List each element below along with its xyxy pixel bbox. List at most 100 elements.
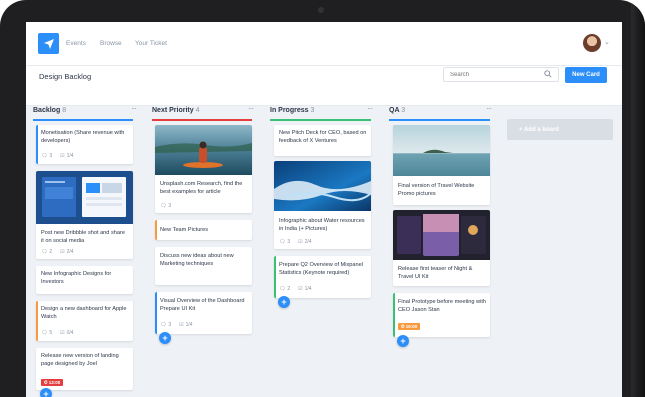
camera-dot (318, 7, 324, 13)
checklist-icon: ☑ 0/4 (60, 330, 74, 336)
due-time-badge: ⏱ 13:00 (41, 379, 64, 386)
card-title: Post new Dribbble shot and share it on s… (41, 230, 125, 244)
add-card-button[interactable]: + (278, 296, 290, 308)
column-underline (33, 119, 133, 121)
card-title: Design a new dashboard for Apple Watch (41, 306, 127, 320)
checklist-icon: ☑ 1/4 (179, 322, 193, 328)
task-count: 0/4 (66, 330, 74, 336)
comment-icon: 🗨 2 (41, 249, 53, 255)
card-title: Monetisation (Share revenue with develop… (41, 130, 125, 144)
card[interactable]: Prepare Q2 Overview of Mixpanel Statisti… (274, 256, 371, 298)
card[interactable]: Unsplash.com Research, find the best exa… (155, 125, 252, 213)
column-underline (270, 119, 371, 121)
card[interactable]: Design a new dashboard for Apple Watch 🗨… (36, 301, 133, 341)
column-title-in-progress: In Progress 3 (270, 107, 314, 114)
due-time: 16:00 (405, 324, 418, 329)
nav-your-ticket[interactable]: Your Ticket (135, 40, 167, 47)
dashboard-screenshot-image (36, 171, 133, 224)
card[interactable]: Release first teaser of Night & Travel U… (393, 210, 490, 286)
search-input[interactable] (443, 67, 559, 82)
new-card-button[interactable]: New Card (565, 67, 607, 83)
task-count: 1/4 (66, 153, 74, 159)
card-title: Infographic about Water resources in Ind… (279, 218, 365, 232)
comment-count: 2 (287, 286, 291, 292)
comment-icon: 🗨 3 (41, 153, 53, 159)
column-title-backlog: Backlog 8 (33, 107, 66, 114)
add-card-button[interactable]: + (159, 332, 171, 344)
comment-icon: 🗨 3 (160, 203, 172, 209)
task-count: 1/4 (304, 286, 312, 292)
add-card-button[interactable]: + (40, 388, 52, 397)
comment-icon: 🗨 5 (41, 330, 53, 336)
chevron-down-icon[interactable]: ⌄ (604, 38, 610, 46)
due-time-badge: ⏱ 16:00 (398, 323, 421, 330)
user-avatar[interactable] (583, 34, 601, 52)
tablet-edge (631, 0, 645, 397)
card[interactable]: Final version of Travel Website Promo pi… (393, 125, 490, 205)
card-meta: 🗨 2 ☑ 2/4 (41, 249, 74, 255)
more-icon[interactable]: ··· (131, 104, 137, 113)
seascape-photo (393, 125, 490, 176)
card[interactable]: Monetisation (Share revenue with develop… (36, 125, 133, 164)
comment-count: 2 (49, 249, 53, 255)
checklist-icon: ☑ 2/4 (298, 239, 312, 245)
ocean-wave-photo (274, 161, 371, 211)
card-title: New Team Pictures (160, 227, 209, 233)
card[interactable]: Visual Overview of the Dashboard Prepare… (155, 292, 252, 334)
column-underline (152, 119, 252, 121)
card[interactable]: Release new version of landing page desi… (36, 348, 133, 390)
nav-browse[interactable]: Browse (100, 40, 122, 47)
column-count: 8 (62, 107, 67, 114)
card[interactable]: Post new Dribbble shot and share it on s… (36, 171, 133, 259)
task-count: 2/4 (66, 249, 74, 255)
card-title: Release new version of landing page desi… (41, 353, 119, 367)
comment-count: 3 (287, 239, 291, 245)
column-underline (389, 119, 490, 121)
nav-events[interactable]: Events (66, 40, 86, 47)
comment-icon: 🗨 3 (160, 322, 172, 328)
card-title: Release first teaser of Night & Travel U… (398, 266, 473, 280)
card[interactable]: Discuss new ideas about new Marketing te… (155, 247, 252, 285)
card[interactable]: New Team Pictures (155, 220, 252, 240)
paper-plane-icon (43, 38, 54, 49)
column-count: 3 (310, 107, 315, 114)
card-title: Unsplash.com Research, find the best exa… (160, 181, 243, 195)
app-logo[interactable] (38, 33, 59, 54)
comment-count: 3 (49, 153, 53, 159)
tablet-frame: Events Browse Your Ticket ⌄ Design Backl… (0, 0, 645, 397)
column-count: 3 (401, 107, 406, 114)
column-title-next-priority: Next Priority 4 (152, 107, 199, 114)
app-screen: Events Browse Your Ticket ⌄ Design Backl… (26, 22, 622, 397)
lake-kayak-photo (155, 125, 252, 175)
card-title: Discuss new ideas about new Marketing te… (160, 253, 234, 267)
card[interactable]: New Infographic Designs for Investors (36, 266, 133, 294)
card-meta: 🗨 2 ☑ 1/4 (279, 286, 312, 292)
travel-ui-kit-image (393, 210, 490, 260)
due-time: 13:00 (48, 380, 61, 385)
card-title: Visual Overview of the Dashboard Prepare… (160, 298, 245, 312)
card[interactable]: Infographic about Water resources in Ind… (274, 161, 371, 249)
comment-count: 3 (168, 322, 172, 328)
card[interactable]: New Pitch Deck for CEO, based on feedbac… (274, 125, 371, 156)
search-icon[interactable] (544, 70, 552, 78)
card-meta: 🗨 5 ☑ 0/4 (41, 330, 74, 336)
comment-icon: 🗨 3 (279, 239, 291, 245)
more-icon[interactable]: ··· (248, 104, 254, 113)
card-meta: 🗨 3 ☑ 1/4 (160, 322, 193, 328)
comment-icon: 🗨 2 (279, 286, 291, 292)
task-count: 1/4 (185, 322, 193, 328)
card-title: Prepare Q2 Overview of Mixpanel Statisti… (279, 262, 363, 276)
page-title: Design Backlog (39, 72, 92, 81)
add-board-button[interactable]: + Add a board (507, 119, 613, 140)
card[interactable]: Final Prototype before meeting with CEO … (393, 293, 490, 337)
checklist-icon: ☑ 2/4 (60, 249, 74, 255)
card-meta: 🗨 3 (160, 203, 171, 209)
card-title: Final version of Travel Website Promo pi… (398, 183, 475, 197)
checklist-icon: ☑ 1/4 (60, 153, 74, 159)
add-card-button[interactable]: + (397, 335, 409, 347)
more-icon[interactable]: ··· (367, 104, 373, 113)
column-title-qa: QA 3 (389, 107, 405, 114)
card-title: New Pitch Deck for CEO, based on feedbac… (279, 130, 367, 144)
more-icon[interactable]: ··· (486, 104, 492, 113)
column-name: QA (389, 107, 400, 114)
